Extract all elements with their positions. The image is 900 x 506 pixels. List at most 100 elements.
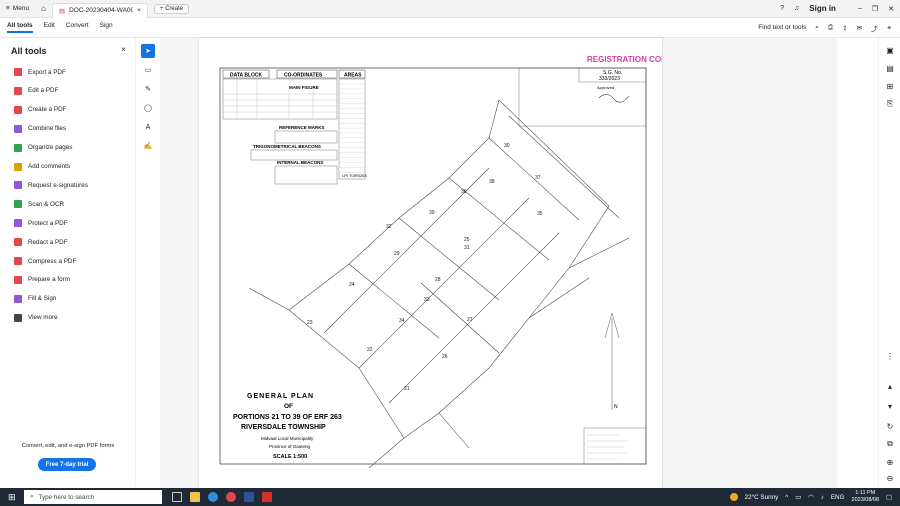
portion-number: 27 — [467, 317, 473, 323]
tool-item-export-a-pdf[interactable]: Export a PDF — [14, 68, 66, 76]
tool-item-edit-a-pdf[interactable]: Edit a PDF — [14, 86, 59, 95]
township-name: RIVERSDALE TOWNSHIP — [241, 424, 326, 431]
find-text-button[interactable]: Find text or tools — [758, 24, 806, 31]
internal-beacons-label: INTERNAL BEACONS — [277, 160, 323, 165]
coordinates-label: CO-ORDINATES — [284, 73, 323, 79]
search-icon[interactable]: ⌕ — [815, 24, 819, 32]
pages-panel-icon[interactable]: ▤ — [884, 62, 896, 74]
areas-label: AREAS — [344, 73, 362, 79]
minimize-icon[interactable]: – — [858, 5, 862, 12]
close-panel-icon[interactable]: × — [121, 45, 126, 54]
tool-item-protect-a-pdf[interactable]: Protect a PDF — [14, 219, 68, 228]
language-indicator[interactable]: ENG — [831, 494, 845, 501]
portion-number: 30 — [504, 143, 510, 149]
edge-icon[interactable] — [208, 492, 218, 502]
tool-icon — [14, 275, 22, 284]
tool-icon — [14, 219, 22, 228]
tool-item-combine-files[interactable]: Combine files — [14, 124, 66, 133]
tool-item-create-a-pdf[interactable]: Create a PDF — [14, 105, 67, 114]
tool-item-scan-ocr[interactable]: Scan & OCR — [14, 200, 64, 209]
tool-item-compress-a-pdf[interactable]: Compress a PDF — [14, 257, 76, 265]
tab-title: DOC-20230404-WA0019... — [69, 7, 134, 14]
tool-icon — [14, 257, 22, 265]
zoom-in-icon[interactable]: ⊕ — [884, 456, 896, 468]
tool-item-request-e-signatures[interactable]: Request e-signatures — [14, 181, 88, 190]
menu-label: Menu — [12, 5, 30, 12]
plan-title-of: OF — [284, 403, 293, 410]
windows-start-icon[interactable]: ⊞ — [8, 492, 16, 503]
tab-all-tools[interactable]: All tools — [7, 22, 33, 33]
promo-text: Convert, edit, and e-sign PDF forms — [21, 443, 115, 449]
tool-item-redact-a-pdf[interactable]: Redact a PDF — [14, 238, 68, 247]
tool-label: Prepare a form — [28, 276, 70, 284]
upload-icon[interactable]: ⇪ — [842, 24, 847, 32]
copy-icon[interactable]: ⧉ — [884, 438, 896, 450]
tool-icon — [14, 238, 22, 247]
file-explorer-icon[interactable] — [190, 492, 200, 502]
portion-number: 31 — [464, 245, 470, 251]
scroll-down-icon[interactable]: ▾ — [884, 400, 896, 412]
tab-sign[interactable]: Sign — [100, 22, 113, 33]
close-window-icon[interactable]: ✕ — [888, 5, 894, 13]
document-tab[interactable]: ▤ DOC-20230404-WA0019... × — [51, 2, 148, 18]
tool-icon — [14, 181, 22, 190]
comment-panel-icon[interactable]: ▣ — [884, 44, 896, 56]
select-tool-icon[interactable]: ➤ — [141, 44, 155, 58]
bell-icon[interactable]: ♫ — [794, 5, 799, 12]
signin-button[interactable]: Sign in — [809, 4, 836, 13]
tool-item-prepare-a-form[interactable]: Prepare a form — [14, 275, 70, 284]
notification-icon[interactable]: ▢ — [886, 494, 892, 501]
maximize-icon[interactable]: ❐ — [872, 5, 878, 13]
signature — [598, 94, 630, 103]
home-icon[interactable]: ⌂ — [35, 4, 52, 13]
lasso-tool-icon[interactable]: ◯ — [141, 101, 155, 115]
tool-item-view-more[interactable]: View more — [14, 313, 58, 322]
free-trial-button[interactable]: Free 7-day trial — [38, 458, 96, 471]
volume-icon[interactable]: ♪ — [821, 494, 824, 501]
attachments-icon[interactable]: ⎘ — [884, 98, 896, 110]
tool-label: Edit a PDF — [28, 87, 59, 95]
portion-number: 23 — [307, 320, 313, 326]
create-label: Create — [165, 5, 184, 12]
taskbar-search[interactable]: ⌕ Type here to search — [24, 490, 162, 504]
tool-item-add-comments[interactable]: Add comments — [14, 162, 70, 171]
portion-number: 34 — [399, 318, 405, 324]
link-icon[interactable]: ⚭ — [887, 24, 892, 32]
battery-icon[interactable]: ▭ — [795, 494, 801, 501]
word-icon[interactable] — [244, 492, 254, 502]
text-tool-icon[interactable]: A — [141, 120, 155, 134]
zoom-out-icon[interactable]: ⊖ — [884, 472, 896, 484]
chrome-icon[interactable] — [226, 492, 236, 502]
stamp-tool-icon[interactable]: ✍ — [141, 139, 155, 153]
menu-button[interactable]: ≡ Menu — [0, 5, 35, 12]
scroll-up-icon[interactable]: ▴ — [884, 380, 896, 392]
portion-number: 37 — [535, 175, 541, 181]
sg-no-value: 333/2023 — [599, 76, 620, 82]
pdf-page[interactable]: REGISTRATION COPY DATA BLOCK CO-ORDINATE… — [199, 38, 672, 488]
weather-text[interactable]: 22°C Sunny — [745, 494, 779, 501]
share-icon[interactable]: ⤴ — [871, 23, 878, 33]
hamburger-icon: ≡ — [6, 5, 10, 12]
wifi-icon[interactable]: ◠ — [808, 494, 814, 501]
tool-label: Compress a PDF — [28, 257, 77, 265]
tool-item-fill-sign[interactable]: Fill & Sign — [14, 294, 56, 303]
tool-label: View more — [28, 314, 58, 322]
more-options-icon[interactable]: ⋮ — [884, 350, 896, 362]
tab-convert[interactable]: Convert — [66, 22, 89, 33]
comment-tool-icon[interactable]: ▭ — [141, 63, 155, 77]
help-icon[interactable]: ? — [780, 5, 784, 12]
task-view-icon[interactable] — [172, 492, 182, 502]
acrobat-icon[interactable] — [262, 492, 272, 502]
reference-marks-label: REFERENCE MARKS — [279, 125, 325, 130]
tray-chevron-icon[interactable]: ^ — [785, 494, 788, 501]
print-icon[interactable]: ⎙ — [828, 24, 833, 32]
close-tab-icon[interactable]: × — [137, 7, 141, 14]
pen-tool-icon[interactable]: ✎ — [141, 82, 155, 96]
bookmark-icon[interactable]: ⊞ — [884, 80, 896, 92]
tab-edit[interactable]: Edit — [44, 22, 55, 33]
email-icon[interactable]: ✉ — [857, 24, 862, 32]
rotate-icon[interactable]: ↻ — [884, 420, 896, 432]
tool-item-organize-pages[interactable]: Organize pages — [14, 143, 72, 152]
create-button[interactable]: + Create — [153, 3, 190, 14]
clock[interactable]: 1:11 PM 2023/08/08 — [852, 490, 880, 504]
